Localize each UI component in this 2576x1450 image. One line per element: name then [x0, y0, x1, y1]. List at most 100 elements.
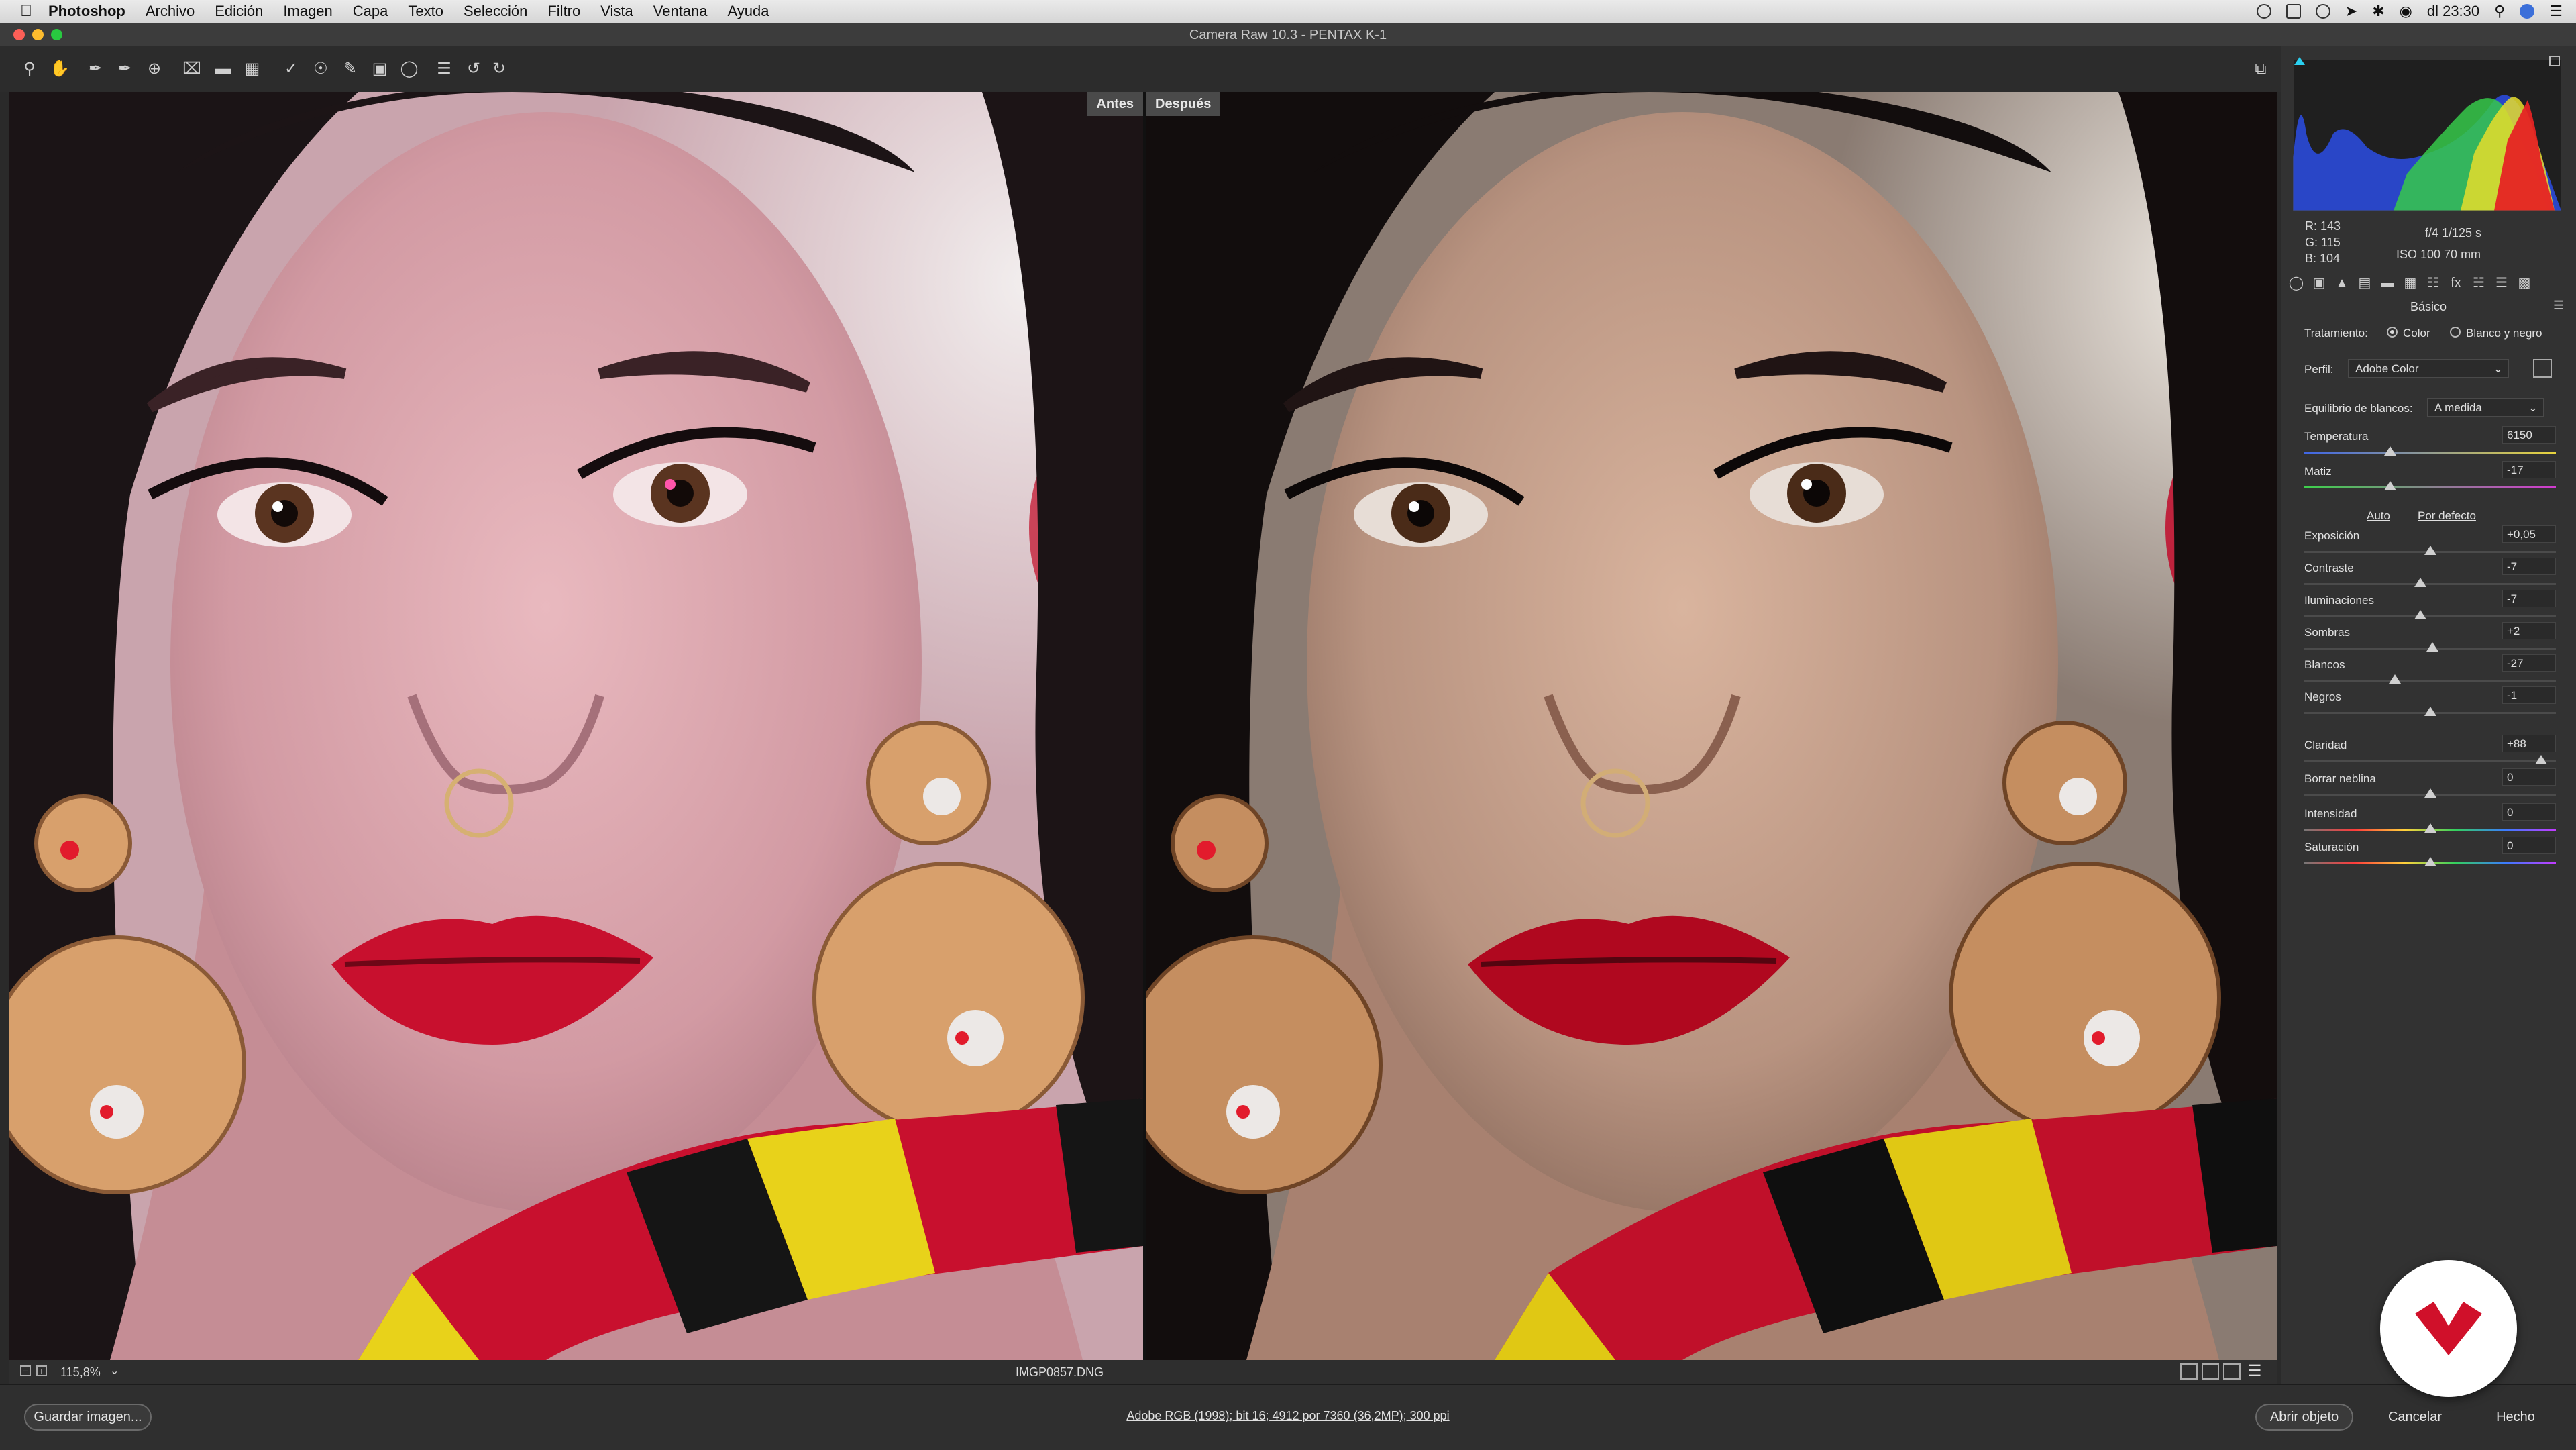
toggle-fullscreen-icon[interactable]: ⧉ — [2251, 60, 2270, 79]
tab-hsl-icon[interactable]: ▤ — [2356, 274, 2373, 292]
transform-icon[interactable]: ▦ — [243, 60, 262, 79]
clock[interactable]: dl 23:30 — [2427, 3, 2479, 20]
slider-saturacion-thumb[interactable] — [2424, 857, 2436, 866]
slider-borrar-neblina-value[interactable]: 0 — [2502, 768, 2556, 786]
slider-temperatura-value[interactable]: 6150 — [2502, 426, 2556, 444]
slider-contraste-value[interactable]: -7 — [2502, 558, 2556, 575]
tab-tone-curve-icon[interactable]: ▣ — [2310, 274, 2328, 292]
slider-borrar-neblina-thumb[interactable] — [2424, 788, 2436, 798]
menu-filtro[interactable]: Filtro — [547, 3, 580, 20]
slider-iluminaciones-value[interactable]: -7 — [2502, 590, 2556, 607]
slider-negros-thumb[interactable] — [2424, 707, 2436, 716]
menu-edicion[interactable]: Edición — [215, 3, 263, 20]
profile-browser-icon[interactable] — [2533, 359, 2552, 378]
slider-contraste-thumb[interactable] — [2414, 578, 2426, 587]
menu-ventana[interactable]: Ventana — [653, 3, 708, 20]
menu-app-name[interactable]: Photoshop — [48, 3, 125, 20]
menu-seleccion[interactable]: Selección — [464, 3, 527, 20]
slider-claridad-value[interactable]: +88 — [2502, 735, 2556, 752]
before-preview[interactable]: Antes — [9, 92, 1143, 1360]
zoom-level[interactable]: 115,8% — [60, 1365, 101, 1380]
shadow-clipping-icon[interactable] — [2294, 57, 2305, 65]
slider-claridad-track[interactable] — [2304, 760, 2556, 762]
treatment-color-radio[interactable] — [2387, 327, 2398, 338]
slider-sombras-value[interactable]: +2 — [2502, 622, 2556, 639]
view-settings-icon[interactable]: ☰ — [2247, 1361, 2262, 1381]
tab-detail-icon[interactable]: ▲ — [2333, 274, 2351, 292]
red-eye-icon[interactable]: ☉ — [311, 60, 330, 79]
view-mode-icon[interactable] — [2180, 1363, 2198, 1380]
spot-removal-icon[interactable]: ✓ — [282, 60, 301, 79]
swap-before-after-icon[interactable] — [2202, 1363, 2219, 1380]
tab-split-toning-icon[interactable]: ▬ — [2379, 274, 2396, 292]
workflow-options-link[interactable]: Adobe RGB (1998); bit 16; 4912 por 7360 … — [0, 1409, 2576, 1423]
after-preview[interactable]: Después — [1146, 92, 2277, 1360]
tab-presets-icon[interactable]: ☰ — [2493, 274, 2510, 292]
treatment-bw-radio[interactable] — [2450, 327, 2461, 338]
slider-saturacion-value[interactable]: 0 — [2502, 837, 2556, 854]
bluetooth-icon[interactable]: ✱ — [2372, 3, 2384, 20]
tab-transform-icon[interactable]: ☷ — [2424, 274, 2442, 292]
crop-icon[interactable]: ⌧ — [182, 60, 201, 79]
slider-iluminaciones-track[interactable] — [2304, 615, 2556, 617]
wifi-icon[interactable]: ◉ — [2400, 3, 2412, 20]
profile-dropdown[interactable]: Adobe Color ⌄ — [2348, 359, 2509, 378]
open-object-button[interactable]: Abrir objeto — [2255, 1404, 2353, 1431]
cancel-button[interactable]: Cancelar — [2369, 1404, 2461, 1431]
default-link[interactable]: Por defecto — [2418, 509, 2476, 523]
tab-calibration-icon[interactable]: ☵ — [2470, 274, 2487, 292]
menu-archivo[interactable]: Archivo — [146, 3, 195, 20]
menu-capa[interactable]: Capa — [353, 3, 388, 20]
rotate-right-icon[interactable]: ↻ — [490, 60, 508, 79]
slider-iluminaciones-thumb[interactable] — [2414, 610, 2426, 619]
slider-negros-value[interactable]: -1 — [2502, 686, 2556, 704]
slider-contraste-track[interactable] — [2304, 583, 2556, 585]
menu-texto[interactable]: Texto — [408, 3, 443, 20]
slider-temperatura-track[interactable] — [2304, 452, 2556, 454]
airplay-icon[interactable] — [2286, 4, 2301, 19]
slider-exposicion-thumb[interactable] — [2424, 546, 2436, 555]
treatment-color-label[interactable]: Color — [2403, 327, 2430, 340]
sync-icon[interactable] — [2315, 4, 2330, 19]
slider-matiz-track[interactable] — [2304, 486, 2556, 488]
slider-sombras-thumb[interactable] — [2426, 642, 2439, 652]
tab-effects-icon[interactable]: fx — [2447, 274, 2465, 292]
menu-ayuda[interactable]: Ayuda — [728, 3, 769, 20]
slider-blancos-track[interactable] — [2304, 680, 2556, 682]
zoom-out-icon[interactable]: − — [20, 1365, 31, 1376]
slider-matiz-thumb[interactable] — [2383, 481, 2396, 490]
white-balance-icon[interactable]: ✒ — [86, 60, 105, 79]
slider-temperatura-thumb[interactable] — [2383, 446, 2396, 456]
rotate-left-icon[interactable]: ↺ — [464, 60, 483, 79]
color-sampler-icon[interactable]: ✒ — [115, 60, 134, 79]
target-adjust-icon[interactable]: ⊕ — [145, 60, 164, 79]
radial-filter-icon[interactable]: ◯ — [400, 60, 419, 79]
presets-list-icon[interactable]: ☰ — [435, 60, 453, 79]
tab-basic-icon[interactable]: ◯ — [2288, 274, 2305, 292]
slider-intensidad-value[interactable]: 0 — [2502, 803, 2556, 821]
treatment-bw-label[interactable]: Blanco y negro — [2466, 327, 2542, 340]
tab-lens-icon[interactable]: ▦ — [2402, 274, 2419, 292]
slider-blancos-thumb[interactable] — [2389, 674, 2401, 684]
image-viewer[interactable]: Antes Después — [9, 92, 2277, 1360]
graduated-filter-icon[interactable]: ▣ — [370, 60, 389, 79]
tab-snapshots-icon[interactable]: ▩ — [2516, 274, 2533, 292]
menu-vista[interactable]: Vista — [600, 3, 633, 20]
hand-icon[interactable]: ✋ — [50, 60, 70, 79]
slider-intensidad-thumb[interactable] — [2424, 823, 2436, 833]
record-icon[interactable] — [2256, 4, 2271, 19]
notification-center-icon[interactable]: ☰ — [2549, 3, 2563, 20]
adjustment-brush-icon[interactable]: ✎ — [341, 60, 360, 79]
rocket-icon[interactable]: ➤ — [2345, 3, 2357, 20]
slider-matiz-value[interactable]: -17 — [2502, 461, 2556, 478]
done-button[interactable]: Hecho — [2475, 1404, 2556, 1431]
highlight-clipping-icon[interactable] — [2549, 56, 2560, 66]
copy-settings-icon[interactable] — [2223, 1363, 2241, 1380]
auto-link[interactable]: Auto — [2367, 509, 2390, 523]
straighten-icon[interactable]: ▬ — [213, 60, 232, 79]
zoom-dropdown-icon[interactable]: ⌄ — [110, 1364, 119, 1378]
zoom-in-icon[interactable]: + — [36, 1365, 47, 1376]
apple-icon[interactable]:  — [20, 2, 32, 21]
menu-imagen[interactable]: Imagen — [283, 3, 332, 20]
panel-menu-icon[interactable]: ☰ — [2553, 299, 2564, 313]
